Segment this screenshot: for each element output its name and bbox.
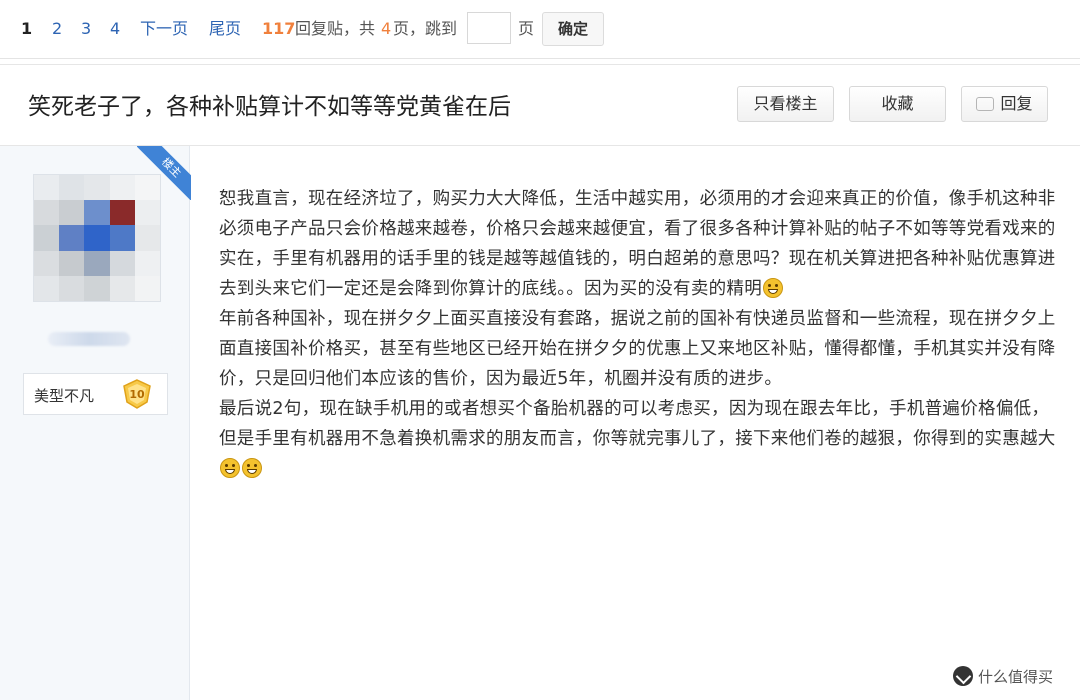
pagination-bar: 1 2 3 4 下一页 尾页 117 回复贴，共 4 页，跳到 页 确定	[0, 0, 1080, 59]
grin-emoji-icon-2	[242, 458, 262, 478]
page-link-4[interactable]: 4	[110, 0, 120, 58]
grimace-emoji-icon	[763, 278, 784, 298]
watermark: 什么值得买	[953, 666, 1053, 687]
total-pages: 4	[381, 19, 392, 38]
reply-button[interactable]: 回复	[961, 86, 1048, 122]
post-paragraph-3-text: 最后说2句，现在缺手机用的或者想买个备胎机器的可以考虑买，因为现在跟去年比，手机…	[219, 399, 1056, 449]
favorite-button[interactable]: 收藏	[849, 86, 946, 122]
grin-emoji-icon	[220, 458, 240, 478]
page-current: 1	[21, 19, 33, 38]
post-paragraph-1-text: 恕我直言，现在经济垃了，购买力大大降低，生活中越实用，必须用的才会迎来真正的价值…	[219, 189, 1056, 299]
user-level-box: 美型不凡 10	[23, 373, 168, 415]
page-link-3[interactable]: 3	[81, 0, 91, 58]
reply-count: 117	[262, 19, 296, 38]
topic-title: 笑死老子了，各种补贴算计不如等等党黄雀在后	[28, 94, 511, 120]
comment-icon	[976, 96, 995, 111]
post-paragraph-3: 最后说2句，现在缺手机用的或者想买个备胎机器的可以考虑买，因为现在跟去年比，手机…	[219, 394, 1059, 484]
reply-button-label: 回复	[1000, 94, 1033, 113]
jump-label: 页，跳到	[393, 19, 458, 38]
confirm-jump-button[interactable]: 确定	[542, 12, 604, 46]
level-number: 10	[129, 388, 145, 401]
only-op-button[interactable]: 只看楼主	[737, 86, 834, 122]
next-page-link[interactable]: 下一页	[140, 0, 188, 58]
author-panel: 楼主 美型不凡 10	[0, 146, 191, 700]
avatar[interactable]	[33, 174, 161, 302]
post-content: 恕我直言，现在经济垃了，购买力大大降低，生活中越实用，必须用的才会迎来真正的价值…	[219, 184, 1059, 484]
level-name: 美型不凡	[34, 387, 95, 405]
post-paragraph-2: 年前各种国补，现在拼夕夕上面买直接没有套路，据说之前的国补有快递员监督和一些流程…	[219, 309, 1056, 389]
page-unit-label: 页	[518, 19, 535, 38]
topic-header: 笑死老子了，各种补贴算计不如等等党黄雀在后 只看楼主 收藏 回复	[0, 64, 1080, 146]
smzdm-logo-icon	[953, 666, 973, 686]
page-link-2[interactable]: 2	[52, 0, 62, 58]
post-paragraph-1: 恕我直言，现在经济垃了，购买力大大降低，生活中越实用，必须用的才会迎来真正的价值…	[219, 184, 1059, 304]
jump-page-input[interactable]	[467, 12, 511, 44]
watermark-text: 什么值得买	[978, 668, 1054, 686]
level-badge-icon: 10	[123, 379, 151, 409]
last-page-link[interactable]: 尾页	[209, 0, 241, 58]
username-blurred[interactable]	[48, 332, 130, 346]
reply-label: 回复贴，共	[295, 19, 376, 38]
